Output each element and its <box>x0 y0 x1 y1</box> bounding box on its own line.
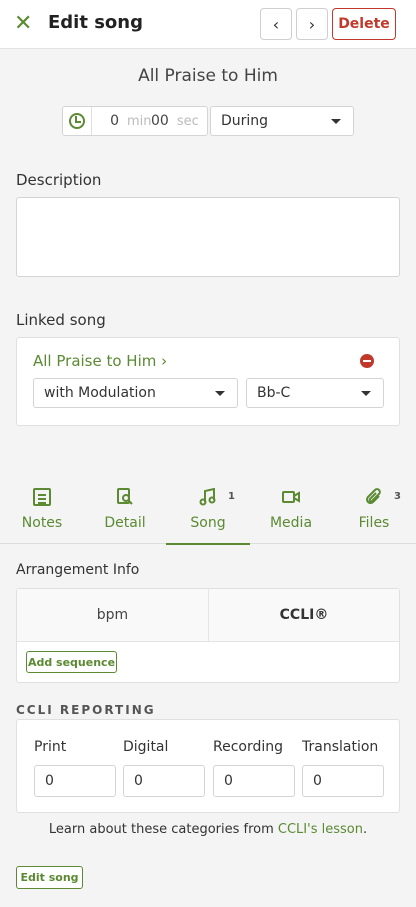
ccli-help-text: Learn about these categories from CCLI's… <box>0 822 416 837</box>
arrangement-value: with Modulation <box>44 385 156 401</box>
tab-label: Detail <box>104 515 146 531</box>
key-select[interactable]: Bb-C <box>246 378 384 408</box>
seconds-input[interactable]: 00 sec <box>151 113 199 129</box>
tab-label: Files <box>358 515 390 531</box>
minutes-unit: min <box>127 114 152 129</box>
tab-label: Song <box>190 515 226 531</box>
chevron-left-icon: ‹ <box>272 14 280 34</box>
chevron-right-icon: › <box>156 352 168 370</box>
key-value: Bb-C <box>257 385 291 401</box>
ccli-reporting-label: CCLI REPORTING <box>16 703 156 717</box>
digital-input[interactable]: 0 <box>123 765 205 797</box>
ccli-field[interactable]: CCLI® <box>209 589 399 642</box>
print-input[interactable]: 0 <box>34 765 116 797</box>
close-icon[interactable]: ✕ <box>14 12 34 36</box>
tab-media[interactable]: Media <box>249 476 333 544</box>
arrangement-info-label: Arrangement Info <box>16 562 140 578</box>
tab-notes[interactable]: Notes <box>0 476 84 544</box>
help-text-prefix: Learn about these categories from <box>48 822 278 837</box>
minutes-value: 0 <box>110 113 119 129</box>
recording-label: Recording <box>213 739 284 755</box>
length-field[interactable]: 0 min 00 sec <box>62 106 208 136</box>
notes-icon <box>33 488 51 506</box>
ccli-reporting-card: Print Digital Recording Translation 0 0 … <box>16 719 400 813</box>
delete-button[interactable]: Delete <box>332 8 396 40</box>
bpm-label: bpm <box>96 607 129 623</box>
seconds-value: 00 <box>151 113 169 129</box>
timing-value: During <box>221 113 269 129</box>
tab-files[interactable]: 3 Files <box>332 476 416 544</box>
arrangement-select[interactable]: with Modulation <box>33 378 238 408</box>
description-textarea[interactable] <box>16 197 400 277</box>
tab-bar: Notes Detail 1 Song Media 3 Files <box>0 476 416 545</box>
help-text-suffix: . <box>362 822 368 837</box>
print-label: Print <box>34 739 67 755</box>
page-title: Edit song <box>48 12 144 33</box>
chevron-right-icon: › <box>308 14 316 34</box>
linked-song-link[interactable]: All Praise to Him › <box>33 352 167 370</box>
caret-down-icon <box>331 119 341 124</box>
tab-detail[interactable]: Detail <box>83 476 167 544</box>
edit-song-button[interactable]: Edit song <box>16 866 83 889</box>
linked-song-label: Linked song <box>16 311 106 329</box>
tab-label: Notes <box>21 515 63 531</box>
description-label: Description <box>16 171 102 189</box>
music-note-icon <box>199 488 216 506</box>
remove-icon[interactable] <box>360 354 374 368</box>
ccli-lesson-link[interactable]: CCLI's lesson <box>278 822 363 837</box>
tab-label: Media <box>269 515 313 531</box>
recording-input[interactable]: 0 <box>213 765 295 797</box>
tab-song[interactable]: 1 Song <box>166 476 250 545</box>
timing-select[interactable]: During <box>210 106 354 136</box>
clock-icon <box>69 113 85 129</box>
next-button[interactable]: › <box>296 8 328 40</box>
previous-button[interactable]: ‹ <box>260 8 292 40</box>
divider <box>91 107 92 135</box>
digital-label: Digital <box>123 739 169 755</box>
linked-song-name: All Praise to Him <box>33 352 157 370</box>
translation-label: Translation <box>302 739 379 755</box>
linked-song-card: All Praise to Him › with Modulation Bb-C <box>16 337 400 426</box>
seconds-unit: sec <box>176 114 199 129</box>
add-sequence-button[interactable]: Add sequence <box>26 651 117 673</box>
song-title: All Praise to Him <box>138 66 278 86</box>
bpm-field[interactable]: bpm <box>17 589 209 642</box>
video-icon <box>282 491 300 503</box>
tab-badge: 1 <box>228 491 235 502</box>
tab-badge: 3 <box>394 491 401 502</box>
ccli-label: CCLI® <box>279 607 329 623</box>
top-bar: ✕ Edit song ‹ › Delete <box>0 0 416 49</box>
detail-icon <box>117 488 133 505</box>
caret-down-icon <box>361 391 371 396</box>
arrangement-info-card: bpm CCLI® Add sequence <box>16 588 400 683</box>
caret-down-icon <box>215 391 225 396</box>
paperclip-icon <box>365 488 381 505</box>
translation-input[interactable]: 0 <box>302 765 384 797</box>
